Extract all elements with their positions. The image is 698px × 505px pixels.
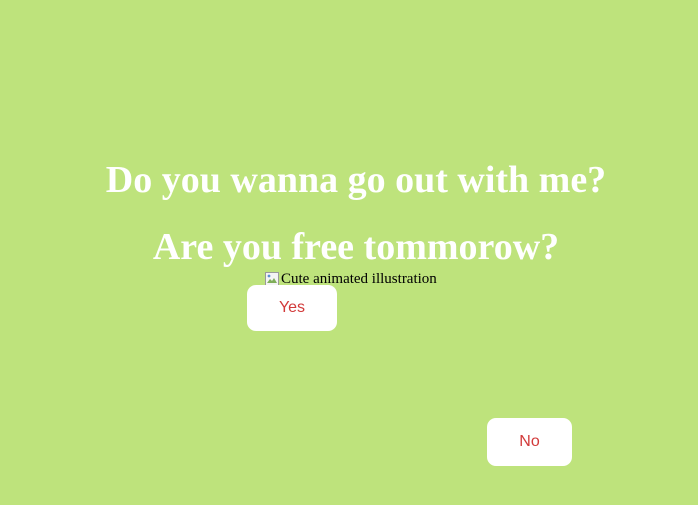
no-button[interactable]: No <box>487 418 572 466</box>
question-subheading: Are you free tommorow? <box>152 226 560 268</box>
yes-button[interactable]: Yes <box>247 285 337 331</box>
broken-image-icon <box>265 272 279 286</box>
question-heading: Do you wanna go out with me? <box>105 159 607 201</box>
